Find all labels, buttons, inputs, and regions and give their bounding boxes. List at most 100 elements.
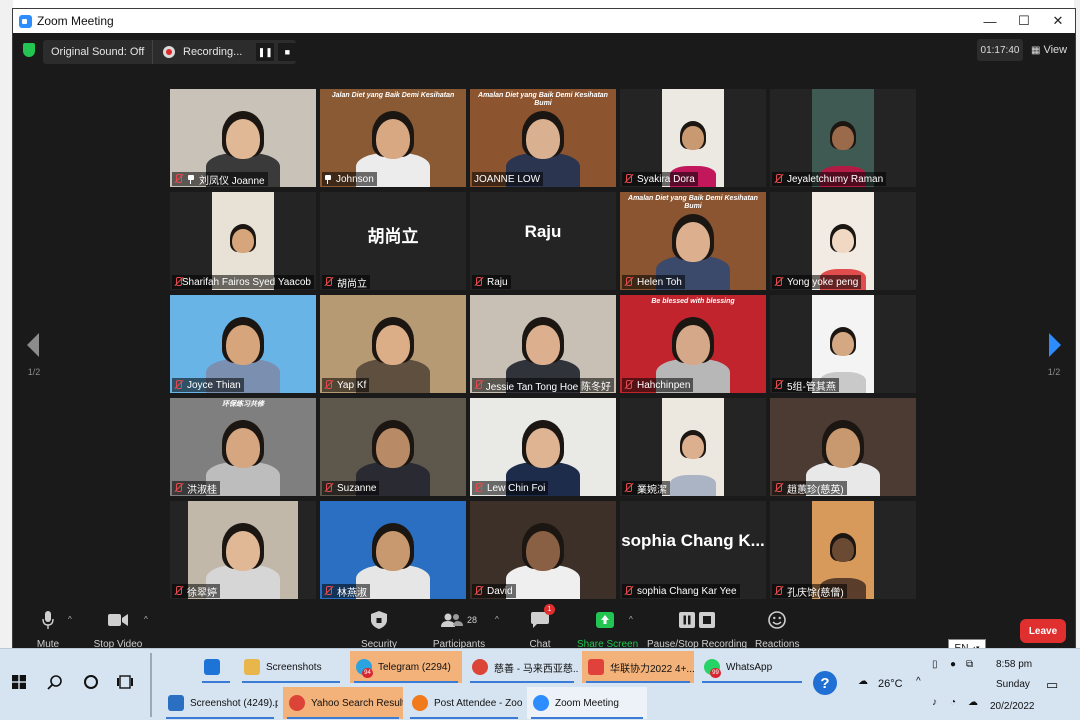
- clock-time[interactable]: 8:58 pm: [996, 659, 1032, 670]
- participants-options-icon[interactable]: ^: [495, 615, 499, 624]
- whatsapp-icon: 99: [704, 659, 721, 678]
- taskbar-button[interactable]: Screenshots: [238, 651, 344, 683]
- participant-tile[interactable]: Yap Kf: [320, 295, 466, 393]
- network-share-icon[interactable]: ⧉: [966, 659, 973, 670]
- view-button[interactable]: ▦ View: [1031, 39, 1067, 61]
- weather-icon[interactable]: ☁: [858, 676, 868, 687]
- chat-badge: 1: [544, 604, 555, 615]
- notifications-icon[interactable]: ▭: [1046, 677, 1058, 693]
- participant-tile[interactable]: 刘凤仪 Joanne: [170, 89, 316, 187]
- windows-start-icon[interactable]: [10, 673, 28, 691]
- participant-nameplate: JOANNE LOW: [472, 172, 544, 186]
- taskbar-button[interactable]: 94 Telegram (2294): [350, 651, 462, 683]
- participant-tile[interactable]: 林燕淑: [320, 501, 466, 599]
- reactions-button[interactable]: Reactions: [755, 609, 799, 650]
- participant-nameplate: Johnson: [322, 172, 377, 186]
- next-page-button[interactable]: 1/2: [1043, 333, 1065, 377]
- stop-video-button[interactable]: Stop Video: [93, 609, 143, 650]
- window-controls: — ☐ ✕: [973, 9, 1075, 33]
- muted-microphone-icon: [174, 586, 183, 596]
- participant-tile[interactable]: 胡尚立 胡尚立: [320, 192, 466, 290]
- participant-tile[interactable]: Lew Chin Foi: [470, 398, 616, 496]
- phone-icon[interactable]: ▯: [932, 659, 938, 670]
- gallery-view: 刘凤仪 Joanne Jalan Diet yang Baik Demi Kesi…: [170, 89, 920, 599]
- stop-recording-icon[interactable]: ■: [278, 43, 297, 61]
- participant-tile[interactable]: Raju Raju: [470, 192, 616, 290]
- participant-tile[interactable]: Be blessed with blessing Hahchinpen: [620, 295, 766, 393]
- mute-button[interactable]: Mute: [33, 609, 63, 650]
- encryption-shield-icon[interactable]: [23, 43, 35, 57]
- help-icon[interactable]: ?: [813, 671, 837, 695]
- participant-nameplate: 刘凤仪 Joanne: [172, 172, 268, 186]
- participant-tile[interactable]: 孔庆馀(慈僧): [770, 501, 916, 599]
- maximize-button[interactable]: ☐: [1007, 9, 1041, 33]
- muted-microphone-icon: [774, 483, 783, 493]
- participant-tile[interactable]: 5组-管其燕: [770, 295, 916, 393]
- share-screen-button[interactable]: Share Screen: [577, 609, 638, 650]
- taskbar-button[interactable]: Screenshot (4249).p...: [162, 687, 278, 719]
- muted-microphone-icon: [774, 380, 783, 390]
- participant-name: Johnson: [336, 173, 374, 185]
- participant-tile[interactable]: 業婉潔: [620, 398, 766, 496]
- video-options-icon[interactable]: ^: [144, 615, 148, 624]
- taskbar-button[interactable]: 慈善 - 马来西亚慈...: [466, 651, 578, 683]
- participant-tile[interactable]: David: [470, 501, 616, 599]
- taskbar-button-label: 华联协力2022 4+...: [610, 663, 694, 675]
- participant-nameplate: Yong yoke peng: [772, 275, 862, 289]
- participant-tile[interactable]: Amalan Diet yang Baik Demi Kesihatan Bum…: [620, 192, 766, 290]
- share-screen-icon: [577, 609, 633, 631]
- previous-page-button[interactable]: 1/2: [23, 333, 45, 377]
- original-sound-control[interactable]: Original Sound: Off ▼: [43, 40, 169, 64]
- close-button[interactable]: ✕: [1041, 9, 1075, 33]
- security-button[interactable]: Security: [357, 609, 401, 650]
- clock-date[interactable]: 20/2/2022: [990, 701, 1035, 712]
- participant-tile[interactable]: Yong yoke peng: [770, 192, 916, 290]
- original-sound-label[interactable]: Original Sound: Off: [43, 46, 152, 58]
- temperature-label[interactable]: 26°C: [878, 678, 903, 690]
- chevron-up-icon[interactable]: ^: [916, 676, 921, 687]
- mic-tray-icon[interactable]: ●: [950, 659, 956, 670]
- participant-tile[interactable]: 趙蕙珍(慈英): [770, 398, 916, 496]
- participant-tile[interactable]: 环保练习共修 洪淑桂: [170, 398, 316, 496]
- pause-recording-icon[interactable]: ❚❚: [256, 43, 275, 61]
- task-view-icon[interactable]: [116, 673, 134, 691]
- taskbar-button[interactable]: [198, 651, 234, 683]
- chat-button[interactable]: 1 Chat: [525, 604, 555, 650]
- taskbar-button[interactable]: Post Attendee - Zoo...: [406, 687, 522, 719]
- taskbar-button[interactable]: Yahoo Search Result...: [283, 687, 403, 719]
- clock-day[interactable]: Sunday: [996, 679, 1030, 690]
- participant-tile[interactable]: Amalan Diet yang Baik Demi Kesihatan Bum…: [470, 89, 616, 187]
- volume-icon[interactable]: ♪: [932, 697, 937, 708]
- participant-tile[interactable]: Jalan Diet yang Baik Demi Kesihatan Johns…: [320, 89, 466, 187]
- participants-button[interactable]: 28 Participants: [429, 609, 489, 650]
- wifi-icon[interactable]: ◔: [950, 697, 956, 708]
- taskbar-button[interactable]: 华联协力2022 4+...: [582, 651, 694, 683]
- share-options-icon[interactable]: ^: [629, 615, 633, 624]
- participant-nameplate: 徐翠婷: [172, 584, 220, 598]
- muted-microphone-icon: [324, 586, 333, 596]
- participant-tile[interactable]: Jeyaletchumy Raman: [770, 89, 916, 187]
- page-indicator-left: 1/2: [27, 367, 41, 377]
- participant-tile[interactable]: Sharifah Fairos Syed Yaacob: [170, 192, 316, 290]
- cortana-icon[interactable]: [82, 673, 100, 691]
- participant-tile[interactable]: Syakira Dora: [620, 89, 766, 187]
- participant-name: Hahchinpen: [637, 379, 691, 391]
- muted-microphone-icon: [474, 483, 483, 493]
- participant-tile[interactable]: Jessie Tan Tong Hoe 陈冬好: [470, 295, 616, 393]
- participant-tile[interactable]: sophia Chang K... sophia Chang Kar Yee: [620, 501, 766, 599]
- taskbar-button[interactable]: 99 WhatsApp: [698, 651, 806, 683]
- participant-tile[interactable]: 徐翠婷: [170, 501, 316, 599]
- participant-face: [526, 119, 560, 159]
- minimize-button[interactable]: —: [973, 9, 1007, 33]
- muted-microphone-icon: [474, 277, 483, 287]
- participant-face: [376, 428, 410, 468]
- taskbar-button[interactable]: Zoom Meeting: [527, 687, 647, 719]
- pause-stop-recording-button[interactable]: Pause/Stop Recording: [647, 609, 747, 650]
- participant-tile[interactable]: Suzanne: [320, 398, 466, 496]
- leave-button[interactable]: Leave: [1020, 619, 1066, 643]
- onedrive-icon[interactable]: ☁: [968, 697, 978, 708]
- chevron-left-icon: [27, 333, 39, 357]
- audio-options-icon[interactable]: ^: [68, 615, 72, 624]
- search-icon[interactable]: [46, 673, 64, 691]
- participant-tile[interactable]: Joyce Thian: [170, 295, 316, 393]
